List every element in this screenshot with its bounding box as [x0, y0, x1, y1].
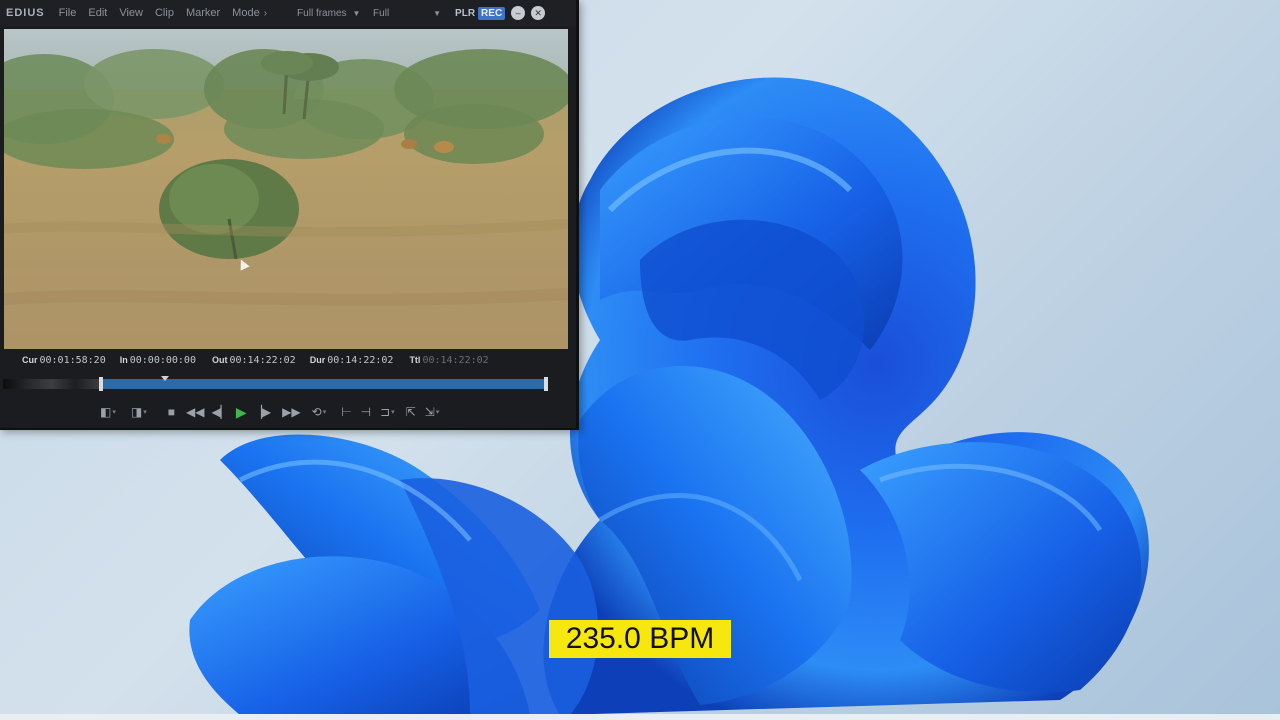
out-timecode: Out 00:14:22:02: [212, 355, 296, 366]
quality-dropdown[interactable]: Full ▼: [373, 8, 441, 19]
menu-marker[interactable]: Marker: [186, 7, 220, 19]
step-back-icon[interactable]: ◀▏: [211, 402, 229, 422]
minimize-icon[interactable]: –: [511, 6, 526, 20]
ttl-value: 00:14:22:02: [422, 354, 489, 366]
position-slider[interactable]: [0, 376, 576, 392]
preroll-region: [3, 379, 99, 389]
transport-toolbar: ◧ ▾ ◨ ▾ ■ ◀◀ ◀▏ ▶ ▕▶ ▶▶ ⟲ ▾ ⊢ ⊣ ⊐ ▾ ⇱ ⇲ ▾: [0, 400, 576, 424]
edius-player-window: EDIUS File Edit View Clip Marker Mode › …: [0, 0, 579, 430]
current-timecode: Cur 00:01:58:20: [22, 355, 106, 366]
close-icon[interactable]: ✕: [531, 6, 546, 20]
timecode-row: Cur 00:01:58:20 In 00:00:00:00 Out 00:14…: [0, 352, 576, 368]
out-value: 00:14:22:02: [229, 354, 296, 366]
menu-bar: EDIUS File Edit View Clip Marker Mode › …: [0, 0, 576, 26]
stop-icon[interactable]: ■: [168, 402, 175, 422]
cur-value: 00:01:58:20: [39, 354, 106, 366]
frames-dropdown-label: Full frames: [297, 7, 347, 19]
video-preview[interactable]: [4, 29, 568, 349]
in-label: In: [119, 355, 128, 365]
insert-icon[interactable]: ⊢: [341, 402, 351, 422]
menu-edit[interactable]: Edit: [88, 7, 107, 19]
out-point-handle[interactable]: [544, 377, 548, 391]
dur-value: 00:14:22:02: [327, 354, 394, 366]
ttl-label: Ttl: [409, 355, 421, 365]
export-options-icon[interactable]: ⇲ ▾: [425, 402, 440, 422]
in-point-handle[interactable]: [99, 377, 103, 391]
chevron-down-icon: ▼: [433, 8, 442, 18]
step-forward-icon[interactable]: ▕▶: [253, 402, 271, 422]
in-timecode: In 00:00:00:00: [120, 355, 196, 366]
menu-clip[interactable]: Clip: [155, 7, 174, 19]
export-icon[interactable]: ⇱: [406, 402, 416, 422]
playhead-marker-icon[interactable]: [161, 376, 169, 381]
bpm-label: 235.0 BPM: [549, 620, 731, 658]
taskbar-edge: [0, 714, 1280, 720]
loop-icon[interactable]: ⟲ ▾: [312, 402, 327, 422]
out-label: Out: [211, 355, 228, 365]
menu-file[interactable]: File: [59, 7, 77, 19]
app-logo: EDIUS: [6, 7, 45, 19]
set-in-button[interactable]: ◧ ▾: [100, 402, 116, 422]
fast-forward-icon[interactable]: ▶▶: [282, 402, 300, 422]
menu-view[interactable]: View: [119, 7, 143, 19]
frames-dropdown[interactable]: Full frames ▼: [297, 8, 361, 19]
menu-more-icon[interactable]: ›: [264, 8, 267, 19]
play-icon[interactable]: ▶: [236, 402, 247, 422]
chevron-down-icon: ▼: [352, 8, 361, 18]
rewind-icon[interactable]: ◀◀: [186, 402, 204, 422]
match-frame-icon[interactable]: ⊐ ▾: [380, 402, 395, 422]
cur-label: Cur: [22, 355, 38, 365]
set-out-button[interactable]: ◨ ▾: [131, 402, 147, 422]
menu-mode[interactable]: Mode: [232, 7, 260, 19]
duration-timecode: Dur 00:14:22:02: [310, 355, 394, 366]
overwrite-icon[interactable]: ⊣: [361, 402, 371, 422]
in-value: 00:00:00:00: [129, 354, 196, 366]
dur-label: Dur: [309, 355, 326, 365]
quality-dropdown-label: Full: [373, 7, 390, 19]
player-mode-button[interactable]: PLR: [455, 8, 475, 19]
total-timecode: Ttl 00:14:22:02: [409, 355, 488, 366]
recorder-mode-button[interactable]: REC: [478, 6, 506, 20]
